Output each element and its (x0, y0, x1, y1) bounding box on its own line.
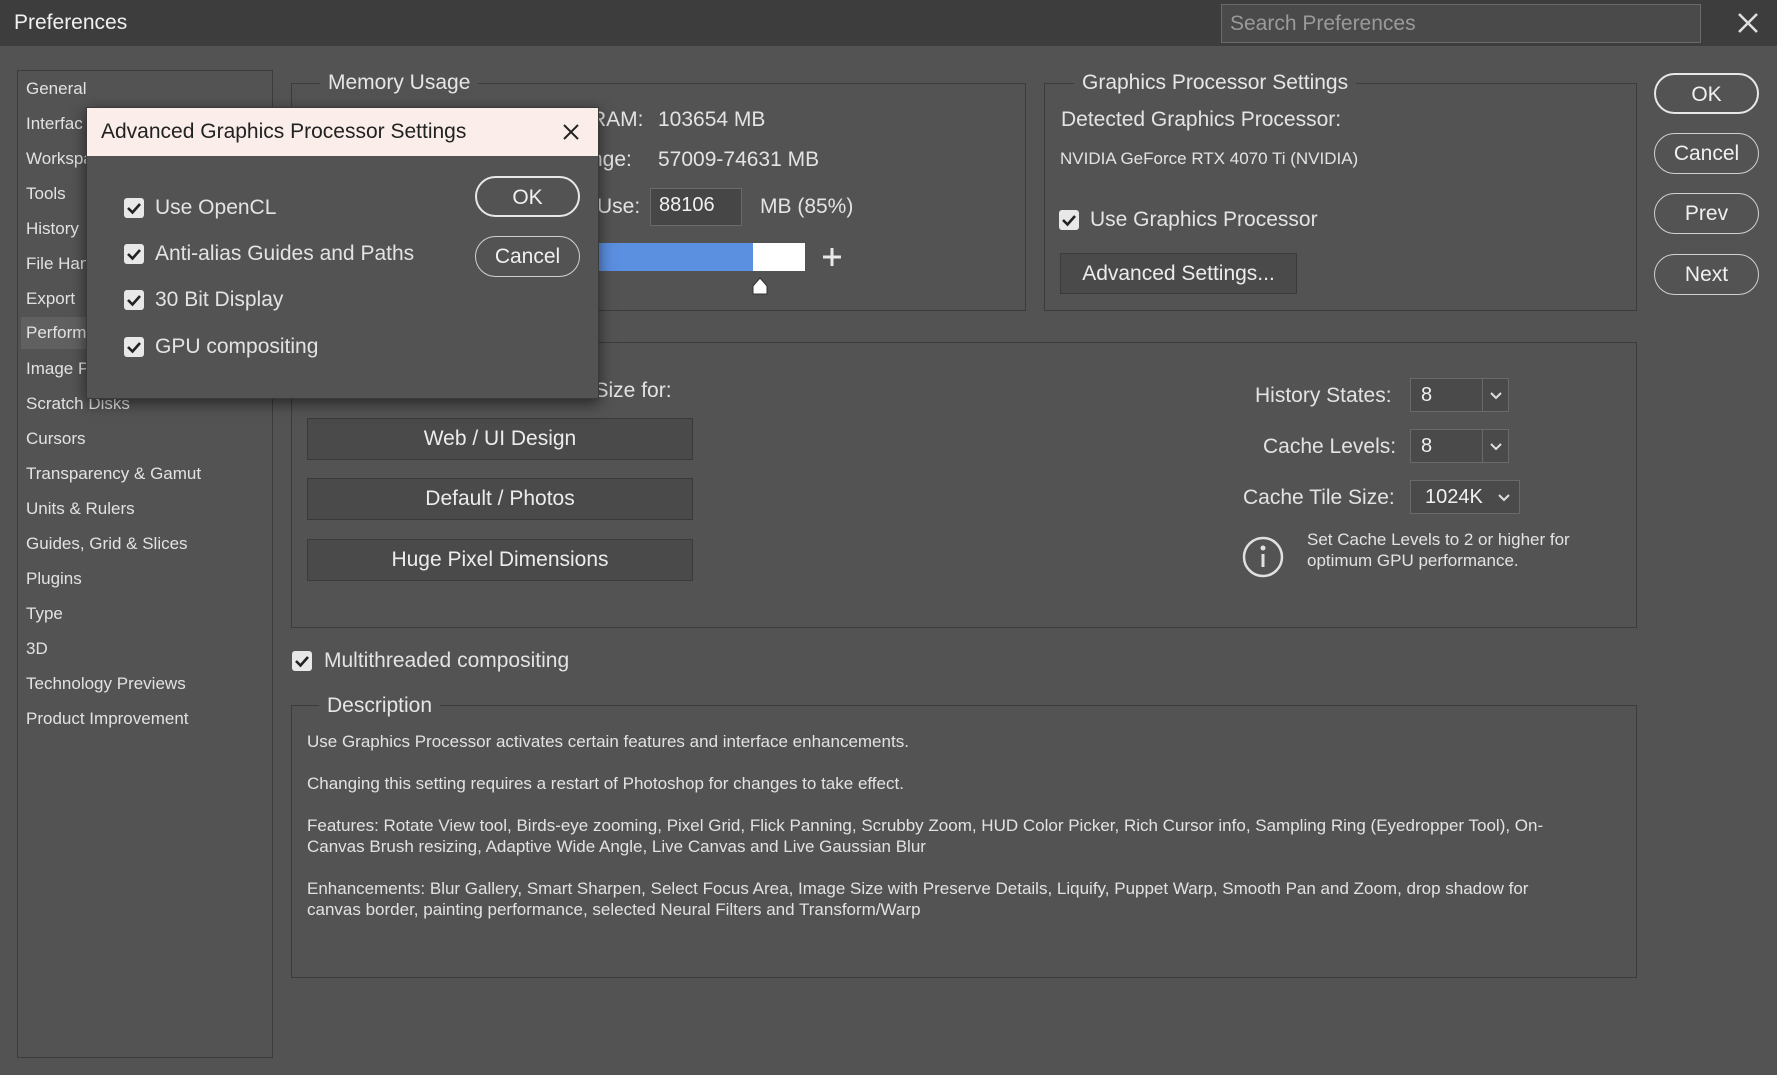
detected-gpu-label: Detected Graphics Processor: (1061, 108, 1342, 131)
chevron-down-icon (1493, 481, 1515, 513)
sidebar-item-technology-previews[interactable]: Technology Previews (26, 674, 186, 694)
cache-tile-size-label: Cache Tile Size: (1243, 486, 1395, 509)
memory-use-field[interactable]: 88106 (650, 188, 742, 226)
cache-info-text-2: optimum GPU performance. (1307, 551, 1519, 570)
sidebar-item-history[interactable]: History (26, 219, 79, 239)
window-title: Preferences (14, 11, 128, 34)
cache-tile-size-select[interactable]: 1024K (1410, 480, 1520, 514)
memory-unit: MB (85%) (760, 195, 854, 218)
sidebar-item-plugins[interactable]: Plugins (26, 569, 82, 589)
use-gpu-checkbox[interactable] (1059, 210, 1079, 230)
gpu-compositing-checkbox[interactable] (124, 337, 144, 357)
use-opencl-checkbox[interactable] (124, 198, 144, 218)
detected-gpu-value: NVIDIA GeForce RTX 4070 Ti (NVIDIA) (1060, 149, 1359, 168)
anti-alias-guides-label[interactable]: Anti-alias Guides and Paths (155, 242, 414, 266)
history-states-value: 8 (1421, 384, 1433, 406)
multithreaded-compositing-checkbox[interactable] (292, 651, 312, 671)
prev-button[interactable]: Prev (1654, 193, 1759, 234)
description-p2: Changing this setting requires a restart… (307, 774, 904, 793)
sidebar-item-guides-grid-slices[interactable]: Guides, Grid & Slices (26, 534, 188, 554)
close-icon[interactable] (1730, 6, 1766, 40)
sidebar-item-units-rulers[interactable]: Units & Rulers (26, 499, 135, 519)
gpu-settings-legend: Graphics Processor Settings (1074, 71, 1357, 95)
dialog-title-bar: Advanced Graphics Processor Settings (87, 108, 598, 156)
sidebar-item-transparency-gamut[interactable]: Transparency & Gamut (26, 464, 201, 484)
dialog-cancel-button[interactable]: Cancel (475, 236, 580, 277)
chevron-down-icon (1482, 430, 1508, 462)
description-p3b: Canvas Brush resizing, Adaptive Wide Ang… (307, 837, 926, 856)
cache-info-text-1: Set Cache Levels to 2 or higher for (1307, 530, 1570, 549)
memory-slider-track[interactable] (598, 243, 805, 271)
sidebar-item-file-handling[interactable]: File Han (26, 254, 89, 274)
30-bit-display-label[interactable]: 30 Bit Display (155, 288, 283, 312)
cache-levels-value: 8 (1421, 435, 1433, 457)
memory-slider-handle[interactable] (750, 276, 770, 296)
sidebar-item-3d[interactable]: 3D (26, 639, 48, 659)
memory-usage-legend: Memory Usage (320, 71, 479, 95)
anti-alias-guides-checkbox[interactable] (124, 244, 144, 264)
ram-value: 103654 MB (658, 108, 766, 131)
ok-button[interactable]: OK (1654, 73, 1759, 114)
description-p1: Use Graphics Processor activates certain… (307, 732, 909, 751)
memory-slider-fill (598, 243, 754, 271)
sidebar-item-cursors[interactable]: Cursors (26, 429, 86, 449)
plus-icon[interactable] (820, 245, 844, 269)
cache-tile-size-value: 1024K (1425, 486, 1483, 508)
sidebar-item-image-processing[interactable]: Image P (26, 359, 89, 379)
cache-levels-select[interactable]: 8 (1410, 429, 1509, 463)
sidebar-item-tools[interactable]: Tools (26, 184, 66, 204)
description-p4b: canvas border, painting performance, sel… (307, 900, 921, 919)
info-icon (1241, 535, 1285, 579)
default-photos-button[interactable]: Default / Photos (307, 478, 693, 520)
next-button[interactable]: Next (1654, 254, 1759, 295)
30-bit-display-checkbox[interactable] (124, 290, 144, 310)
sidebar-item-workspace[interactable]: Workspa (26, 149, 93, 169)
dialog-title: Advanced Graphics Processor Settings (101, 120, 467, 143)
sidebar-item-export[interactable]: Export (26, 289, 75, 309)
sidebar-item-product-improvement[interactable]: Product Improvement (26, 709, 189, 729)
sidebar-item-general[interactable]: General (26, 79, 86, 99)
dialog-ok-button[interactable]: OK (475, 176, 580, 217)
chevron-down-icon (1482, 379, 1508, 411)
history-states-label: History States: (1255, 384, 1392, 407)
history-states-select[interactable]: 8 (1410, 378, 1509, 412)
use-label: Use: (597, 195, 641, 218)
multithreaded-compositing-label[interactable]: Multithreaded compositing (324, 649, 569, 673)
description-p3a: Features: Rotate View tool, Birds-eye zo… (307, 816, 1544, 835)
use-gpu-label[interactable]: Use Graphics Processor (1090, 208, 1318, 232)
description-p4a: Enhancements: Blur Gallery, Smart Sharpe… (307, 879, 1529, 898)
web-ui-design-button[interactable]: Web / UI Design (307, 418, 693, 460)
close-icon[interactable] (557, 118, 585, 146)
huge-pixel-dimensions-button[interactable]: Huge Pixel Dimensions (307, 539, 693, 581)
use-opencl-label[interactable]: Use OpenCL (155, 196, 276, 220)
advanced-gpu-settings-dialog: Advanced Graphics Processor Settings Use… (86, 107, 599, 399)
description-legend: Description (319, 694, 441, 718)
cache-levels-label: Cache Levels: (1263, 435, 1397, 458)
cancel-button[interactable]: Cancel (1654, 133, 1759, 174)
range-value: 57009-74631 MB (658, 148, 820, 171)
sidebar-item-type[interactable]: Type (26, 604, 63, 624)
sidebar-item-interface[interactable]: Interfac (26, 114, 83, 134)
search-input[interactable] (1221, 4, 1701, 43)
advanced-settings-button[interactable]: Advanced Settings... (1060, 253, 1297, 294)
gpu-compositing-label[interactable]: GPU compositing (155, 335, 318, 359)
